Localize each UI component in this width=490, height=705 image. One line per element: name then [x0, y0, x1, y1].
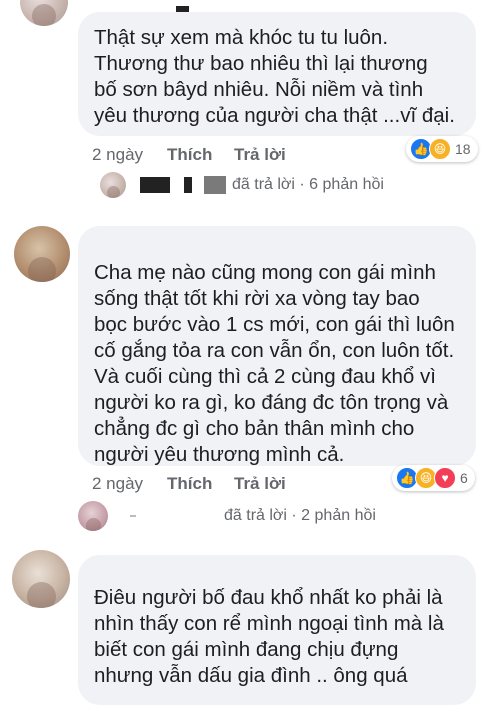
haha-reaction-icon: 😆	[429, 138, 451, 160]
replier-name-redacted	[130, 515, 136, 517]
reaction-summary[interactable]: 👍 😆 18	[406, 136, 478, 162]
comment-text: Điêu người bố đau khổ nhất ko phải là nh…	[94, 586, 444, 687]
comment-bubble: Điêu người bố đau khổ nhất ko phải là nh…	[78, 555, 476, 705]
comment-text: Thật sự xem mà khóc tu tu luôn. Thương t…	[94, 26, 455, 127]
replies-link[interactable]: đã trả lời · 2 phản hồi	[78, 501, 376, 531]
comment-bubble: Cha mẹ nào cũng mong con gái mình sống t…	[78, 226, 476, 466]
comment-text: Cha mẹ nào cũng mong con gái mình sống t…	[94, 261, 455, 466]
comment-timestamp[interactable]: 2 ngày	[92, 474, 167, 494]
reaction-count: 6	[460, 470, 468, 486]
replier-name-redacted	[140, 177, 170, 193]
love-reaction-icon: ♥	[434, 467, 456, 489]
replier-name-redacted	[204, 176, 226, 194]
comment-actions: 2 ngày Thích Trả lời	[92, 474, 286, 494]
commenter-avatar[interactable]	[14, 226, 70, 282]
replier-avatar	[100, 172, 126, 198]
comment-bubble: Thật sự xem mà khóc tu tu luôn. Thương t…	[78, 12, 476, 136]
replies-summary: đã trả lời · 2 phản hồi	[224, 507, 376, 524]
like-button[interactable]: Thích	[167, 474, 234, 494]
reply-button[interactable]: Trả lời	[234, 474, 286, 494]
comment-actions: 2 ngày Thích Trả lời	[92, 145, 286, 165]
replies-summary: đã trả lời · 6 phản hồi	[232, 176, 384, 193]
reply-button[interactable]: Trả lời	[234, 145, 286, 165]
commenter-avatar[interactable]	[20, 0, 68, 26]
reaction-summary[interactable]: 👍 😆 ♥ 6	[392, 465, 475, 491]
replier-avatar	[78, 501, 108, 531]
like-button[interactable]: Thích	[167, 145, 234, 165]
reaction-count: 18	[455, 141, 471, 157]
replier-name-redacted	[184, 177, 192, 193]
replies-link[interactable]: đã trả lời · 6 phản hồi	[100, 172, 384, 198]
commenter-avatar[interactable]	[12, 550, 70, 608]
comment-timestamp[interactable]: 2 ngày	[92, 145, 167, 165]
